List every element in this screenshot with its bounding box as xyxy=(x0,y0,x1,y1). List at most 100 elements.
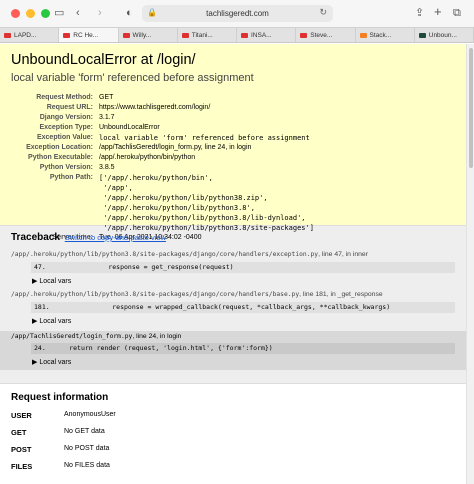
tab-bar: LAPD... RC He... Willy... Titani... INSA… xyxy=(0,27,474,43)
page-content: UnboundLocalError at /login/ local varia… xyxy=(0,44,466,484)
frame-file: /app/.heroku/python/lib/python3.8/site-p… xyxy=(11,291,455,298)
meta-value: https://www.tachlisgeredt.com/login/ xyxy=(99,104,211,111)
page-scrollbar[interactable] xyxy=(466,44,474,484)
error-summary: UnboundLocalError at /login/ local varia… xyxy=(0,44,466,241)
youtube-icon xyxy=(181,32,189,38)
python-path-value: ['/app/.heroku/python/bin', '/app', '/ap… xyxy=(99,174,314,232)
request-information: Request information USER AnonymousUser GE… xyxy=(0,384,466,484)
traceback-section: Traceback Switch to copy-and-paste view … xyxy=(0,226,466,384)
meta-label: Python Version: xyxy=(39,164,93,171)
meta-label: Python Executable: xyxy=(28,154,93,161)
privacy-shield-icon[interactable]: ◐ xyxy=(126,6,133,20)
youtube-icon xyxy=(300,32,308,38)
meta-row: Request Method: GET xyxy=(11,93,314,103)
request-row: FILES No FILES data xyxy=(11,462,116,479)
local-vars-toggle[interactable]: ▶ Local vars xyxy=(32,358,455,366)
tab-insa[interactable]: INSA... xyxy=(237,28,297,42)
browser-toolbar: ▭ ‹ › ◐ 🔒 tachlisgeredt.com ↻ ⇪ + ⧉ xyxy=(0,0,474,27)
traceback-frame: /app/.heroku/python/lib/python3.8/site-p… xyxy=(11,291,455,325)
meta-row: Django Version: 3.1.7 xyxy=(11,113,314,123)
meta-value: UnboundLocalError xyxy=(99,124,160,131)
error-meta-table: Request Method: GET Request URL: https://w… xyxy=(11,93,314,243)
tab-rc-he[interactable]: RC He... xyxy=(59,28,119,42)
tab-label: RC He... xyxy=(73,31,99,39)
meta-row: Exception Type: UnboundLocalError xyxy=(11,123,314,133)
tab-label: LAPD... xyxy=(14,31,37,39)
request-value: No FILES data xyxy=(64,462,110,469)
request-label: FILES xyxy=(11,462,33,471)
frame-code-line[interactable]: 181. response = wrapped_callback(request… xyxy=(31,302,455,313)
local-vars-toggle[interactable]: ▶ Local vars xyxy=(32,277,455,285)
meta-row: Exception Value: local variable 'form' re… xyxy=(11,133,314,143)
lock-icon: 🔒 xyxy=(147,8,157,17)
frame-path: /app/TachlisGeredt/login_form.py xyxy=(11,333,133,340)
close-window-button[interactable] xyxy=(11,9,20,18)
frame-location: , line 181, in _get_response xyxy=(299,291,383,298)
traceback-frame: /app/.heroku/python/lib/python3.8/site-p… xyxy=(11,251,455,285)
zoom-window-button[interactable] xyxy=(41,9,50,18)
error-title: UnboundLocalError at /login/ xyxy=(11,52,196,68)
request-value: No GET data xyxy=(64,428,105,435)
meta-value: local variable 'form' referenced before … xyxy=(99,134,310,142)
new-tab-icon[interactable]: + xyxy=(434,5,442,19)
request-label: USER xyxy=(11,411,32,420)
frame-path: /app/.heroku/python/lib/python3.8/site-p… xyxy=(11,291,300,298)
youtube-icon xyxy=(241,32,248,38)
tab-label: Titani... xyxy=(191,31,213,39)
local-vars-toggle[interactable]: ▶ Local vars xyxy=(32,317,455,325)
frame-code-line[interactable]: 24. return render (request, 'login.html'… xyxy=(31,343,455,354)
meta-label: Request Method: xyxy=(36,94,93,101)
tab-overview-icon[interactable]: ⧉ xyxy=(453,6,461,20)
back-arrow-icon[interactable]: ‹ xyxy=(76,6,80,20)
meta-label: Exception Type: xyxy=(39,124,93,131)
tab-label: Stack... xyxy=(369,31,392,39)
frame-location: , line 47, in inner xyxy=(318,251,368,258)
window-controls xyxy=(11,9,50,18)
frame-code-line[interactable]: 47. response = get_response(request) xyxy=(31,262,455,273)
tab-stack[interactable]: Stack... xyxy=(356,28,415,42)
address-bar[interactable]: 🔒 tachlisgeredt.com ↻ xyxy=(142,5,333,22)
django-icon xyxy=(418,32,426,38)
request-row: GET No GET data xyxy=(11,428,116,445)
address-bar-url: tachlisgeredt.com xyxy=(206,9,269,18)
request-row: POST No POST data xyxy=(11,445,116,462)
meta-value: GET xyxy=(99,94,114,101)
meta-label: Django Version: xyxy=(39,114,93,121)
tab-label: INSA... xyxy=(251,31,272,39)
request-label: POST xyxy=(11,445,32,454)
request-label: GET xyxy=(11,428,27,437)
request-row: USER AnonymousUser xyxy=(11,411,116,428)
switch-view-link[interactable]: Switch to copy-and-paste view xyxy=(65,233,166,242)
frame-location: , line 24, in login xyxy=(132,333,182,340)
tab-steve[interactable]: Steve... xyxy=(296,28,356,42)
meta-value: 3.8.5 xyxy=(99,164,115,171)
request-info-heading: Request information xyxy=(11,392,109,403)
meta-value: 3.1.7 xyxy=(99,114,115,121)
meta-row: Python Version: 3.8.5 xyxy=(11,163,314,173)
meta-value: /app/.heroku/python/bin/python xyxy=(99,154,196,161)
tab-titani[interactable]: Titani... xyxy=(178,28,237,42)
meta-label: Python Path: xyxy=(49,174,93,181)
tab-willy[interactable]: Willy... xyxy=(119,28,178,42)
tab-unbound[interactable]: Unboun... xyxy=(415,28,474,42)
reload-icon[interactable]: ↻ xyxy=(319,7,327,18)
meta-row: Python Executable: /app/.heroku/python/bi… xyxy=(11,153,314,163)
minimize-window-button[interactable] xyxy=(26,9,35,18)
youtube-icon xyxy=(4,32,11,38)
tab-label: Steve... xyxy=(310,31,333,39)
scrollbar-thumb[interactable] xyxy=(469,48,473,168)
tab-lapd[interactable]: LAPD... xyxy=(0,28,60,42)
forward-arrow-icon[interactable]: › xyxy=(98,6,102,20)
tab-label: Unboun... xyxy=(428,31,457,39)
sidebar-icon[interactable]: ▭ xyxy=(54,6,64,20)
meta-row: Python Path: ['/app/.heroku/python/bin', … xyxy=(11,173,314,233)
youtube-icon xyxy=(63,32,71,38)
request-info-table: USER AnonymousUser GET No GET data POST No … xyxy=(11,411,116,479)
error-subtitle: local variable 'form' referenced before … xyxy=(11,72,254,84)
traceback-heading: Traceback Switch to copy-and-paste view xyxy=(11,232,455,243)
frame-file: /app/TachlisGeredt/login_form.py, line 2… xyxy=(11,333,455,340)
traceback-title: Traceback xyxy=(11,232,60,243)
share-icon[interactable]: ⇪ xyxy=(415,6,424,20)
frame-file: /app/.heroku/python/lib/python3.8/site-p… xyxy=(11,251,455,258)
tab-label: Willy... xyxy=(132,31,152,39)
